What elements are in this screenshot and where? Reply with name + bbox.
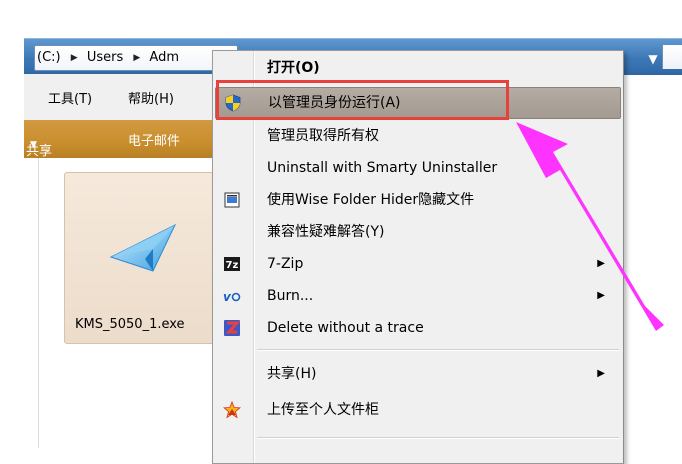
annotation-arrow-icon [516, 122, 664, 331]
